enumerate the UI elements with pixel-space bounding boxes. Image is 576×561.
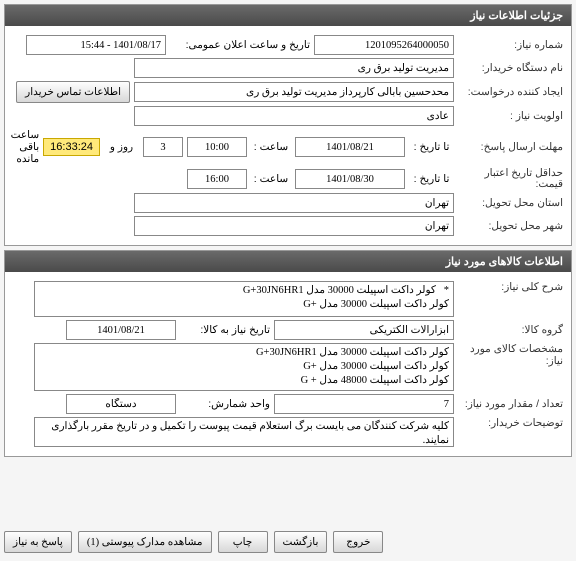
requester-field[interactable] bbox=[134, 82, 454, 102]
price-time-field[interactable] bbox=[187, 169, 247, 189]
requester-label: ایجاد کننده درخواست: bbox=[458, 86, 563, 98]
buyer-label: نام دستگاه خریدار: bbox=[458, 62, 563, 74]
need-number-field[interactable] bbox=[314, 35, 454, 55]
buyer-note-label: توضیحات خریدار: bbox=[458, 417, 563, 429]
qty-label: تعداد / مقدار مورد نیاز: bbox=[458, 398, 563, 410]
group-field[interactable] bbox=[274, 320, 454, 340]
desc-label: شرح کلی نیاز: bbox=[458, 281, 563, 293]
hour-label-1: ساعت : bbox=[251, 141, 291, 153]
need-date-label: تاریخ نیاز به کالا: bbox=[180, 324, 270, 336]
province-field[interactable] bbox=[134, 193, 454, 213]
contact-buyer-button[interactable]: اطلاعات تماس خریدار bbox=[16, 81, 130, 103]
spec-field[interactable] bbox=[34, 343, 454, 391]
qty-field[interactable] bbox=[274, 394, 454, 414]
goods-panel: اطلاعات کالاهای مورد نیاز شرح کلی نیاز: … bbox=[4, 250, 572, 457]
price-date-field[interactable] bbox=[295, 169, 405, 189]
deadline-time-field[interactable] bbox=[187, 137, 247, 157]
print-button[interactable]: چاپ bbox=[218, 531, 268, 553]
remaining-label: ساعت باقی مانده bbox=[11, 129, 40, 165]
need-details-header: جزئیات اطلاعات نیاز bbox=[5, 5, 571, 26]
hour-label-2: ساعت : bbox=[251, 173, 291, 185]
unit-label: واحد شمارش: bbox=[180, 398, 270, 410]
need-details-panel: جزئیات اطلاعات نیاز شماره نیاز: تاریخ و … bbox=[4, 4, 572, 246]
unit-field[interactable] bbox=[66, 394, 176, 414]
deadline-label: مهلت ارسال پاسخ: bbox=[458, 141, 563, 153]
group-label: گروه کالا: bbox=[458, 324, 563, 336]
footer-bar: پاسخ به نیاز مشاهده مدارک پیوستی (1) چاپ… bbox=[4, 531, 572, 553]
price-validity-label: حداقل تاریخ اعتبار قیمت: bbox=[458, 168, 563, 190]
announce-label: تاریخ و ساعت اعلان عمومی: bbox=[170, 39, 310, 51]
deadline-date-field[interactable] bbox=[295, 137, 405, 157]
countdown-timer: 16:33:24 bbox=[43, 138, 100, 156]
to-date-label-2: تا تاریخ : bbox=[409, 173, 454, 185]
to-date-label: تا تاریخ : bbox=[409, 141, 454, 153]
announce-field[interactable] bbox=[26, 35, 166, 55]
need-date-field[interactable] bbox=[66, 320, 176, 340]
priority-label: اولویت نیاز : bbox=[458, 110, 563, 122]
priority-field[interactable] bbox=[134, 106, 454, 126]
days-remaining-field[interactable] bbox=[143, 137, 183, 157]
buyer-field[interactable] bbox=[134, 58, 454, 78]
buyer-note-field[interactable] bbox=[34, 417, 454, 447]
desc-field[interactable] bbox=[34, 281, 454, 317]
goods-body: شرح کلی نیاز: گروه کالا: تاریخ نیاز به ک… bbox=[5, 272, 571, 456]
need-details-body: شماره نیاز: تاریخ و ساعت اعلان عمومی: نا… bbox=[5, 26, 571, 245]
province-label: استان محل تحویل: bbox=[458, 197, 563, 209]
spec-label: مشخصات کالای مورد نیاز: bbox=[458, 343, 563, 367]
back-button[interactable]: بازگشت bbox=[274, 531, 328, 553]
need-number-label: شماره نیاز: bbox=[458, 39, 563, 51]
view-attachments-button[interactable]: مشاهده مدارک پیوستی (1) bbox=[78, 531, 212, 553]
days-and-label: روز و bbox=[104, 141, 139, 153]
exit-button[interactable]: خروج bbox=[333, 531, 383, 553]
city-label: شهر محل تحویل: bbox=[458, 220, 563, 232]
reply-button[interactable]: پاسخ به نیاز bbox=[4, 531, 72, 553]
city-field[interactable] bbox=[134, 216, 454, 236]
goods-header: اطلاعات کالاهای مورد نیاز bbox=[5, 251, 571, 272]
